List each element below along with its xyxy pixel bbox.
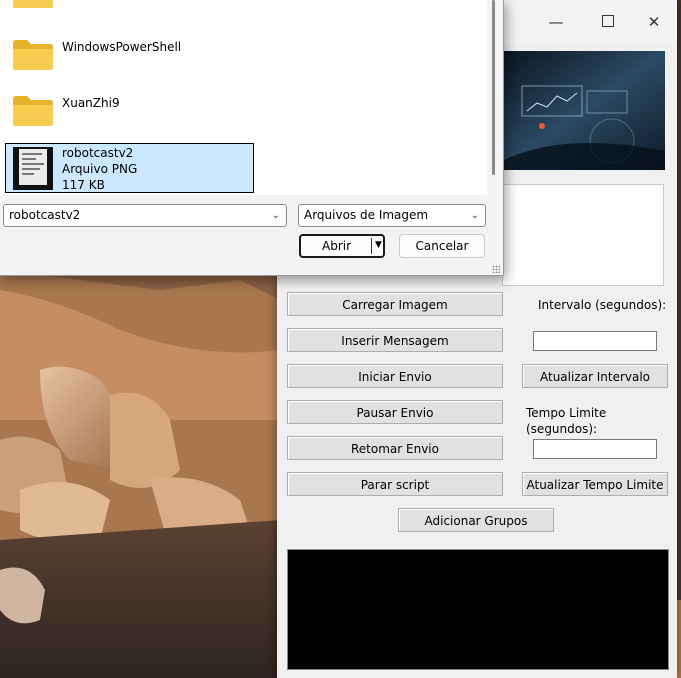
cancel-button[interactable]: Cancelar	[399, 234, 485, 258]
start-sending-button[interactable]: Iniciar Envio	[287, 364, 503, 388]
maximize-button[interactable]	[596, 10, 620, 34]
image-thumbnail-icon	[13, 147, 53, 190]
chevron-down-icon[interactable]: ⌄	[272, 205, 280, 226]
close-button[interactable]: ✕	[642, 10, 666, 34]
list-item[interactable]: XuanZhi9	[0, 84, 487, 134]
chevron-down-icon[interactable]: ⌄	[471, 205, 479, 226]
log-console	[287, 549, 669, 670]
update-time-limit-button[interactable]: Atualizar Tempo Limite	[522, 472, 668, 496]
message-text-area[interactable]	[502, 184, 664, 286]
folder-icon	[13, 40, 53, 70]
open-button-label: Abrir	[322, 239, 352, 253]
dropdown-arrow-icon[interactable]: ▼	[375, 235, 382, 255]
selected-file-item[interactable]: robotcastv2 Arquivo PNG 117 KB	[5, 143, 254, 193]
add-groups-button[interactable]: Adicionar Grupos	[398, 508, 554, 532]
open-file-dialog: WindowsPowerShell XuanZhi9 robotcastv2 A…	[0, 0, 504, 276]
file-list[interactable]: WindowsPowerShell XuanZhi9 robotcastv2 A…	[0, 0, 487, 195]
minimize-button[interactable]: —	[544, 10, 568, 34]
open-button[interactable]: Abrir ▼	[299, 234, 385, 258]
filetype-value: Arquivos de Imagem	[304, 208, 429, 222]
interval-input[interactable]	[533, 331, 657, 351]
file-name: XuanZhi9	[62, 96, 120, 110]
update-interval-button[interactable]: Atualizar Intervalo	[522, 364, 668, 388]
folder-icon	[13, 96, 53, 126]
stop-script-button[interactable]: Parar script	[287, 472, 503, 496]
time-limit-input[interactable]	[533, 439, 657, 459]
filename-combobox[interactable]: robotcastv2 ⌄	[3, 204, 287, 227]
insert-message-button[interactable]: Inserir Mensagem	[287, 328, 503, 352]
interval-label: Intervalo (segundos):	[538, 298, 667, 312]
resume-sending-button[interactable]: Retomar Envio	[287, 436, 503, 460]
filename-value: robotcastv2	[9, 208, 81, 222]
maximize-icon	[602, 15, 614, 27]
file-name: WindowsPowerShell	[62, 40, 182, 54]
selected-file-type: Arquivo PNG	[62, 162, 138, 176]
selected-file-name: robotcastv2	[62, 146, 134, 160]
list-item[interactable]: WindowsPowerShell	[0, 28, 487, 78]
list-item[interactable]	[0, 0, 487, 17]
pause-sending-button[interactable]: Pausar Envio	[287, 400, 503, 424]
load-image-button[interactable]: Carregar Imagem	[287, 292, 503, 316]
file-list-scrollbar[interactable]	[492, 0, 495, 175]
image-preview	[502, 51, 665, 170]
resize-grip-icon[interactable]	[492, 265, 500, 273]
selected-file-size: 117 KB	[62, 178, 105, 192]
time-limit-label: Tempo Limite (segundos):	[526, 406, 607, 436]
filetype-dropdown[interactable]: Arquivos de Imagem ⌄	[298, 204, 486, 227]
folder-icon	[13, 0, 53, 8]
